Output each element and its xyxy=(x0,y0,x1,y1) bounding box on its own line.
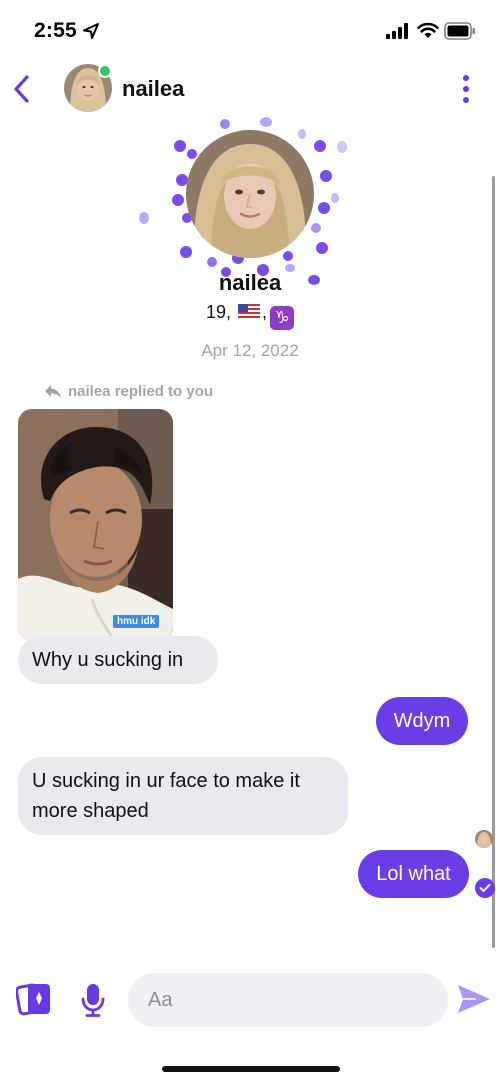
reply-note-text: nailea replied to you xyxy=(68,383,214,400)
message-bubble-incoming[interactable]: Why u sucking in xyxy=(18,636,218,684)
delivered-check-icon xyxy=(475,878,495,898)
profile-age: 19, xyxy=(205,302,231,322)
more-options-button[interactable] xyxy=(458,72,474,106)
home-indicator[interactable] xyxy=(162,1066,340,1072)
cellular-signal-icon xyxy=(386,23,408,39)
wifi-icon xyxy=(417,22,439,38)
profile-avatar[interactable] xyxy=(186,130,314,258)
message-input[interactable] xyxy=(128,973,448,1027)
photo-cards-icon xyxy=(15,983,50,1016)
microphone-icon xyxy=(81,984,105,1017)
message-bubble-incoming[interactable]: U sucking in ur face to make it more sha… xyxy=(18,757,348,835)
read-receipt-avatar xyxy=(475,830,493,848)
status-bar: 2:55 xyxy=(0,0,500,60)
profile-name: nailea xyxy=(218,270,282,295)
voice-message-button[interactable] xyxy=(80,982,106,1018)
message-bubble-outgoing[interactable]: Wdym xyxy=(376,697,468,745)
capricorn-icon: ♑ xyxy=(270,306,295,330)
online-status-indicator xyxy=(98,64,112,78)
snap-caption: hmu idk xyxy=(113,615,160,628)
chevron-left-icon xyxy=(14,75,29,103)
message-bubble-outgoing[interactable]: Lol what xyxy=(358,850,469,898)
profile-meta: 19, , ♑ xyxy=(0,302,500,330)
reply-note: nailea replied to you xyxy=(44,383,213,400)
status-time: 2:55 xyxy=(34,19,77,42)
battery-icon xyxy=(444,22,475,40)
send-arrow-icon xyxy=(458,985,490,1013)
us-flag-icon xyxy=(238,304,261,319)
photo-cards-button[interactable] xyxy=(15,980,54,1018)
date-stamp: Apr 12, 2022 xyxy=(201,341,299,360)
send-button[interactable] xyxy=(456,983,492,1015)
reply-arrow-icon xyxy=(45,384,61,399)
vertical-ellipsis-icon xyxy=(463,75,469,81)
profile-separator: , xyxy=(262,302,268,322)
message-composer xyxy=(0,970,500,1030)
back-button[interactable] xyxy=(8,72,34,106)
location-arrow-icon xyxy=(83,23,99,39)
chat-contact-name[interactable]: nailea xyxy=(122,76,184,102)
snap-media[interactable] xyxy=(18,409,173,641)
